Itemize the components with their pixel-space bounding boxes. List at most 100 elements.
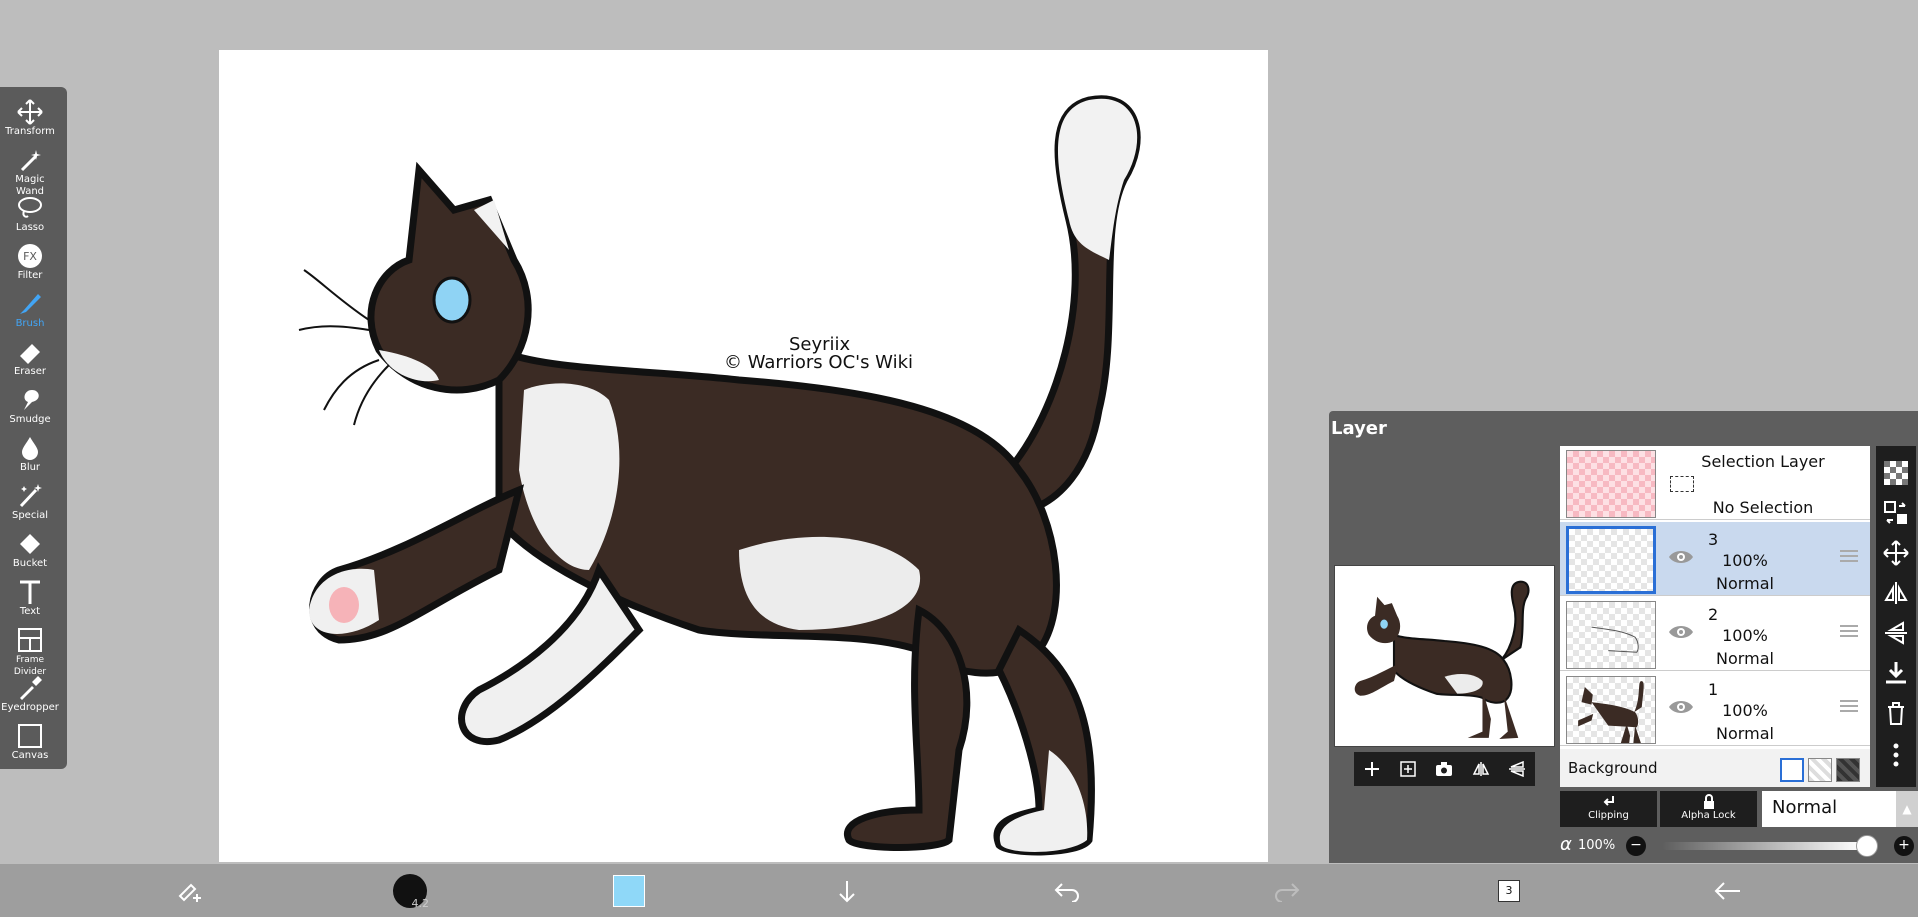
layer-number: 3 <box>1708 530 1719 549</box>
drag-handle-icon[interactable] <box>1839 548 1859 564</box>
opacity-value: 100% <box>1578 838 1616 853</box>
blend-mode-select[interactable]: Normal ▲ <box>1762 791 1918 827</box>
plus-icon <box>1365 762 1380 776</box>
back-button[interactable] <box>1712 864 1744 917</box>
tool-label: Eyedropper <box>1 702 59 713</box>
tool-canvas[interactable]: Canvas <box>0 719 60 767</box>
arrow-down-icon <box>839 880 855 902</box>
visibility-eye-icon[interactable] <box>1668 622 1694 642</box>
layer-blend-mode: Normal <box>1716 649 1774 668</box>
quick-menu-button[interactable] <box>170 864 210 917</box>
undo-button[interactable] <box>1052 864 1082 917</box>
background-white-swatch[interactable] <box>1780 758 1804 782</box>
tool-special[interactable]: Special <box>0 479 60 527</box>
layer-opacity: 100% <box>1722 626 1768 645</box>
selection-layer-thumbnail <box>1566 450 1656 518</box>
merge-down-icon[interactable] <box>1883 660 1909 686</box>
opacity-decrease-button[interactable]: − <box>1626 836 1646 856</box>
background-transparent-swatch[interactable] <box>1808 758 1832 782</box>
alpha-lock-button[interactable]: Alpha Lock <box>1660 791 1757 827</box>
lock-icon <box>1703 794 1714 809</box>
trash-icon[interactable] <box>1883 700 1909 726</box>
undo-icon <box>1054 882 1079 902</box>
selection-layer-title: Selection Layer <box>1701 452 1825 471</box>
selection-layer-row[interactable]: Selection Layer No Selection <box>1560 446 1870 520</box>
import-photo-button[interactable] <box>1432 757 1456 781</box>
move-layer-icon[interactable] <box>1883 500 1909 526</box>
background-dark-swatch[interactable] <box>1836 758 1860 782</box>
flip-horizontal-icon <box>1472 762 1489 776</box>
opacity-slider-knob[interactable] <box>1856 835 1878 857</box>
visibility-eye-icon[interactable] <box>1668 697 1694 717</box>
layer-opacity: 100% <box>1722 701 1768 720</box>
drag-handle-icon[interactable] <box>1839 698 1859 714</box>
tool-label: Blur <box>19 462 41 473</box>
canvas-icon <box>18 724 42 748</box>
text-icon <box>20 580 40 604</box>
tool-label: Transform <box>5 126 55 137</box>
color-picker-button[interactable] <box>612 864 646 917</box>
flip-vertical-button[interactable] <box>1505 757 1529 781</box>
tool-label: Filter <box>17 270 43 281</box>
tool-magic-wand[interactable]: Magic Wand <box>0 143 60 197</box>
layers-button[interactable]: 3 <box>1494 864 1524 917</box>
chevron-up-icon: ▲ <box>1896 791 1918 827</box>
flip-layer-horizontal-icon[interactable] <box>1883 580 1909 606</box>
blur-icon <box>22 437 38 460</box>
tool-blur[interactable]: Blur <box>0 431 60 479</box>
redo-icon <box>1275 882 1300 902</box>
layer-tools-strip <box>1876 446 1916 787</box>
layer-blend-mode: Normal <box>1716 574 1774 593</box>
tool-brush[interactable]: Brush <box>0 287 60 335</box>
opacity-slider[interactable] <box>1662 842 1862 850</box>
alpha-symbol: α <box>1560 834 1572 855</box>
add-layer-button[interactable] <box>1360 757 1384 781</box>
filter-icon: FX <box>18 244 42 268</box>
watermark-source: © Warriors OC's Wiki <box>724 352 913 373</box>
arrow-left-icon <box>1714 881 1740 900</box>
transform-icon <box>17 99 43 125</box>
svg-text:FX: FX <box>23 250 37 263</box>
tool-lasso[interactable]: Lasso <box>0 191 60 239</box>
download-button[interactable] <box>832 864 862 917</box>
layer-thumbnail <box>1566 676 1656 744</box>
more-options-icon[interactable] <box>1883 742 1909 768</box>
tool-frame-divider[interactable]: Frame Divider <box>0 623 60 677</box>
drag-handle-icon[interactable] <box>1839 623 1859 639</box>
move-icon[interactable] <box>1883 540 1909 566</box>
tool-text[interactable]: Text <box>0 575 60 623</box>
brush-size-value: 4.2 <box>411 896 430 910</box>
tool-label: Canvas <box>11 750 49 761</box>
tool-transform[interactable]: Transform <box>0 95 60 143</box>
brush-size-button[interactable]: 4.2 <box>390 864 430 917</box>
opacity-increase-button[interactable]: + <box>1894 836 1914 856</box>
color-thumbnail-art <box>1578 681 1644 743</box>
tool-eyedropper[interactable]: Eyedropper <box>0 671 60 719</box>
tool-bucket[interactable]: Bucket <box>0 527 60 575</box>
layer-blend-mode: Normal <box>1716 724 1774 743</box>
selection-status: No Selection <box>1712 498 1814 517</box>
tool-label: Brush <box>15 318 45 329</box>
layer-action-bar <box>1354 752 1535 786</box>
drawing-canvas[interactable]: Seyriix © Warriors OC's Wiki <box>219 50 1268 862</box>
transparency-checker-icon[interactable] <box>1883 460 1909 486</box>
clipping-icon <box>1603 796 1614 806</box>
layer-number: 2 <box>1708 605 1719 624</box>
bucket-icon <box>20 534 40 554</box>
tool-smudge[interactable]: Smudge <box>0 383 60 431</box>
tool-label: Text <box>19 606 41 617</box>
visibility-eye-icon[interactable] <box>1668 547 1694 567</box>
flip-horizontal-button[interactable] <box>1469 757 1493 781</box>
tool-filter[interactable]: FX Filter <box>0 239 60 287</box>
eyedropper-icon <box>20 676 42 700</box>
tool-eraser[interactable]: Eraser <box>0 335 60 383</box>
clipping-button[interactable]: Clipping <box>1560 791 1657 827</box>
layer-row[interactable]: 1 100% Normal <box>1560 672 1870 746</box>
layer-row[interactable]: 2 100% Normal <box>1560 597 1870 671</box>
tool-label: Smudge <box>9 414 51 425</box>
canvas-preview[interactable] <box>1334 565 1555 747</box>
redo-button[interactable] <box>1272 864 1302 917</box>
flip-layer-vertical-icon[interactable] <box>1883 620 1909 646</box>
layer-row[interactable]: 3 100% Normal <box>1560 522 1870 596</box>
add-layer-copy-button[interactable] <box>1396 757 1420 781</box>
